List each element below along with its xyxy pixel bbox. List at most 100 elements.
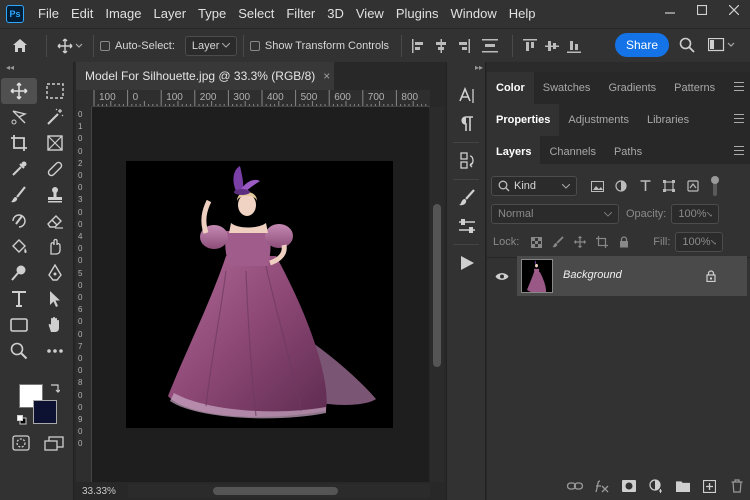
filter-kind-dropdown[interactable]: Kind [491, 176, 577, 196]
pen-tool[interactable] [37, 260, 73, 286]
search-button[interactable] [679, 37, 695, 53]
quick-mask-button[interactable] [12, 435, 30, 454]
menu-view[interactable]: View [350, 0, 390, 28]
lock-transparent-button[interactable] [525, 236, 547, 248]
dodge-tool[interactable] [1, 260, 37, 286]
horizontal-scrollbar[interactable] [128, 484, 430, 498]
close-window-button[interactable] [718, 0, 750, 20]
paint-bucket-tool[interactable] [1, 234, 37, 260]
menu-file[interactable]: File [32, 0, 65, 28]
history-panel-button[interactable] [447, 147, 487, 175]
tab-gradients[interactable]: Gradients [599, 72, 665, 104]
menu-plugins[interactable]: Plugins [390, 0, 445, 28]
zoom-tool[interactable] [1, 338, 37, 364]
healing-brush-tool[interactable] [37, 156, 73, 182]
close-document-button[interactable]: × [323, 69, 330, 83]
lasso-tool[interactable] [1, 104, 37, 130]
delete-layer-button[interactable] [723, 479, 750, 493]
lock-artboard-button[interactable] [591, 236, 613, 248]
more-tools-button[interactable] [37, 338, 73, 364]
vertical-scroll-thumb[interactable] [433, 204, 441, 367]
align-center-button[interactable] [430, 38, 452, 53]
frame-tool[interactable] [37, 130, 73, 156]
tab-color[interactable]: Color [487, 72, 534, 104]
history-brush-tool[interactable] [1, 208, 37, 234]
auto-select-checkbox[interactable] [100, 40, 110, 51]
menu-type[interactable]: Type [192, 0, 232, 28]
layer-visibility-toggle[interactable] [487, 256, 517, 296]
crop-tool[interactable] [1, 130, 37, 156]
horizontal-ruler[interactable]: 100 0 100 200 300 400 500 600 700 800 [92, 90, 430, 107]
move-tool[interactable] [1, 78, 37, 104]
marquee-tool[interactable] [37, 78, 73, 104]
path-selection-tool[interactable] [37, 286, 73, 312]
image-canvas[interactable] [126, 161, 393, 428]
layer-lock-indicator[interactable] [706, 270, 716, 285]
share-button[interactable]: Share [615, 33, 669, 57]
auto-select-dropdown[interactable]: Layer [184, 35, 237, 56]
adjustment-layer-button[interactable] [642, 479, 669, 493]
brush-settings-button[interactable] [447, 184, 487, 212]
lock-pixels-button[interactable] [547, 236, 569, 248]
eyedropper-tool[interactable] [1, 156, 37, 182]
new-group-button[interactable] [669, 480, 696, 492]
minimize-button[interactable] [654, 0, 686, 20]
menu-select[interactable]: Select [232, 0, 280, 28]
actions-panel-button[interactable] [447, 249, 487, 277]
align-top-button[interactable] [519, 38, 541, 53]
horizontal-scroll-thumb[interactable] [213, 487, 338, 495]
layer-style-button[interactable] [588, 479, 615, 493]
vertical-ruler[interactable]: 0 1 0 0 2 0 0 3 0 0 4 0 0 5 0 0 6 0 0 7 0 0 8 0 0 9 0 0 [76, 107, 92, 482]
paragraph-panel-button[interactable] [447, 110, 487, 138]
magic-wand-tool[interactable] [37, 104, 73, 130]
distribute-button[interactable] [474, 38, 506, 53]
collapse-tools-icon[interactable]: ◂◂ [0, 62, 73, 74]
adjustment-presets-button[interactable] [447, 212, 487, 240]
tab-swatches[interactable]: Swatches [534, 72, 600, 104]
document-tab[interactable]: Model For Silhouette.jpg @ 33.3% (RGB/8)… [76, 62, 334, 90]
vertical-scrollbar[interactable] [430, 107, 444, 482]
default-colors-button[interactable] [17, 414, 27, 428]
hand-tool[interactable] [37, 312, 73, 338]
filter-adjustment-button[interactable] [609, 180, 633, 192]
show-transform-checkbox[interactable] [249, 40, 260, 51]
opacity-field[interactable]: 100% [671, 204, 720, 224]
menu-layer[interactable]: Layer [148, 0, 193, 28]
smudge-tool[interactable] [37, 234, 73, 260]
swap-colors-button[interactable] [50, 383, 61, 397]
filter-type-button[interactable] [633, 180, 657, 192]
panel-menu-icon[interactable] [734, 114, 744, 123]
character-panel-button[interactable] [447, 82, 487, 110]
eraser-tool[interactable] [37, 208, 73, 234]
menu-window[interactable]: Window [444, 0, 502, 28]
menu-help[interactable]: Help [503, 0, 542, 28]
home-button[interactable] [0, 38, 40, 53]
rectangle-tool[interactable] [1, 312, 37, 338]
panel-menu-icon[interactable] [734, 82, 744, 91]
align-middle-button[interactable] [541, 39, 563, 53]
zoom-status[interactable]: 33.33% [76, 482, 128, 500]
tab-libraries[interactable]: Libraries [638, 104, 698, 136]
maximize-button[interactable] [686, 0, 718, 20]
brush-tool[interactable] [1, 182, 37, 208]
add-mask-button[interactable] [615, 480, 642, 492]
type-tool[interactable] [1, 286, 37, 312]
tab-patterns[interactable]: Patterns [665, 72, 724, 104]
menu-3d[interactable]: 3D [321, 0, 350, 28]
screen-mode-button[interactable] [44, 436, 64, 455]
tab-adjustments[interactable]: Adjustments [559, 104, 638, 136]
filter-toggle-switch[interactable] [705, 175, 725, 197]
menu-filter[interactable]: Filter [280, 0, 321, 28]
menu-edit[interactable]: Edit [65, 0, 99, 28]
ruler-origin[interactable] [76, 90, 92, 107]
lock-all-button[interactable] [613, 236, 635, 248]
menu-image[interactable]: Image [99, 0, 147, 28]
filter-smart-object-button[interactable] [681, 180, 705, 192]
expand-dock-icon[interactable]: ▸▸ [447, 62, 485, 74]
link-layers-button[interactable] [561, 481, 588, 491]
filter-pixel-button[interactable] [585, 180, 609, 192]
new-layer-button[interactable] [696, 479, 723, 493]
filter-shape-button[interactable] [657, 180, 681, 192]
align-right-button[interactable] [452, 38, 474, 53]
move-tool-preset[interactable] [53, 38, 87, 54]
